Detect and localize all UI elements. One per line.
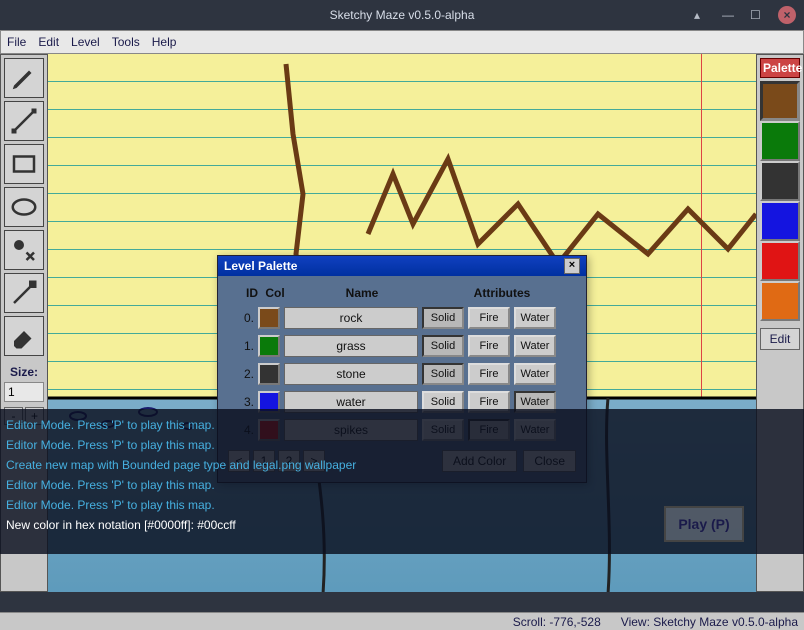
attr-fire-button[interactable]: Fire	[468, 335, 510, 357]
attr-solid-button[interactable]: Solid	[422, 363, 464, 385]
play-button[interactable]: Play (P)	[664, 506, 744, 542]
row-id: 2.	[224, 367, 254, 381]
row-name-input[interactable]: stone	[284, 363, 418, 385]
attr-fire-button[interactable]: Fire	[468, 307, 510, 329]
row-id: 3.	[224, 395, 254, 409]
brush-size-input[interactable]	[4, 382, 44, 402]
palette-swatch-1[interactable]	[760, 121, 800, 161]
palette-row: 0. rockSolidFireWater	[224, 304, 580, 332]
window-title: Sketchy Maze v0.5.0-alpha	[330, 8, 475, 22]
status-view: View: Sketchy Maze v0.5.0-alpha	[621, 615, 798, 629]
palette-row: 2. stoneSolidFireWater	[224, 360, 580, 388]
attr-water-button[interactable]: Water	[514, 307, 556, 329]
brush-size-label: Size:	[4, 365, 44, 379]
attr-solid-button[interactable]: Solid	[422, 307, 464, 329]
menu-file[interactable]: File	[7, 35, 26, 49]
dialog-title[interactable]: Level Palette ×	[218, 256, 586, 276]
menu-help[interactable]: Help	[152, 35, 177, 49]
tool-rect[interactable]	[4, 144, 44, 184]
attr-water-button[interactable]: Water	[514, 335, 556, 357]
menu-tools[interactable]: Tools	[112, 35, 140, 49]
window-maximize-icon[interactable]: ☐	[750, 8, 764, 22]
tool-link[interactable]	[4, 273, 44, 313]
menu-edit[interactable]: Edit	[38, 35, 59, 49]
tool-ellipse[interactable]	[4, 187, 44, 227]
palette-swatch-4[interactable]	[760, 241, 800, 281]
palette-row: 1. grassSolidFireWater	[224, 332, 580, 360]
tool-line[interactable]	[4, 101, 44, 141]
attr-fire-button[interactable]: Fire	[468, 363, 510, 385]
tool-eraser[interactable]	[4, 316, 44, 356]
window-ontop-icon[interactable]: ▴	[694, 8, 708, 22]
row-name-input[interactable]: grass	[284, 335, 418, 357]
status-scroll: Scroll: -776,-528	[513, 615, 601, 629]
palette-swatch-3[interactable]	[760, 201, 800, 241]
menubar: File Edit Level Tools Help	[0, 30, 804, 54]
attr-water-button[interactable]: Water	[514, 363, 556, 385]
console-line: Editor Mode. Press 'P' to play this map.	[6, 475, 798, 495]
row-color-swatch[interactable]	[258, 363, 280, 385]
dialog-close-icon[interactable]: ×	[564, 258, 580, 274]
row-id: 0.	[224, 311, 254, 325]
row-color-swatch[interactable]	[258, 335, 280, 357]
row-name-input[interactable]: rock	[284, 307, 418, 329]
attr-solid-button[interactable]: Solid	[422, 335, 464, 357]
console-line: Editor Mode. Press 'P' to play this map.	[6, 415, 798, 435]
tool-pencil[interactable]	[4, 58, 44, 98]
palette-header: Palette	[760, 58, 800, 78]
palette-swatch-5[interactable]	[760, 281, 800, 321]
window-minimize-icon[interactable]: —	[722, 8, 736, 22]
row-color-swatch[interactable]	[258, 307, 280, 329]
dialog-header-row: ID Col Name Attributes	[224, 282, 580, 304]
statusbar: Scroll: -776,-528 View: Sketchy Maze v0.…	[0, 592, 804, 630]
palette-swatch-0[interactable]	[760, 81, 800, 121]
tool-actor[interactable]	[4, 230, 44, 270]
row-id: 1.	[224, 339, 254, 353]
palette-swatch-2[interactable]	[760, 161, 800, 201]
window-close-icon[interactable]: ×	[778, 6, 796, 24]
console-line: Create new map with Bounded page type an…	[6, 455, 798, 475]
menu-level[interactable]: Level	[71, 35, 100, 49]
palette-edit-button[interactable]: Edit	[760, 328, 800, 350]
titlebar: Sketchy Maze v0.5.0-alpha ▴ — ☐ ×	[0, 0, 804, 30]
console-line: Editor Mode. Press 'P' to play this map.	[6, 435, 798, 455]
